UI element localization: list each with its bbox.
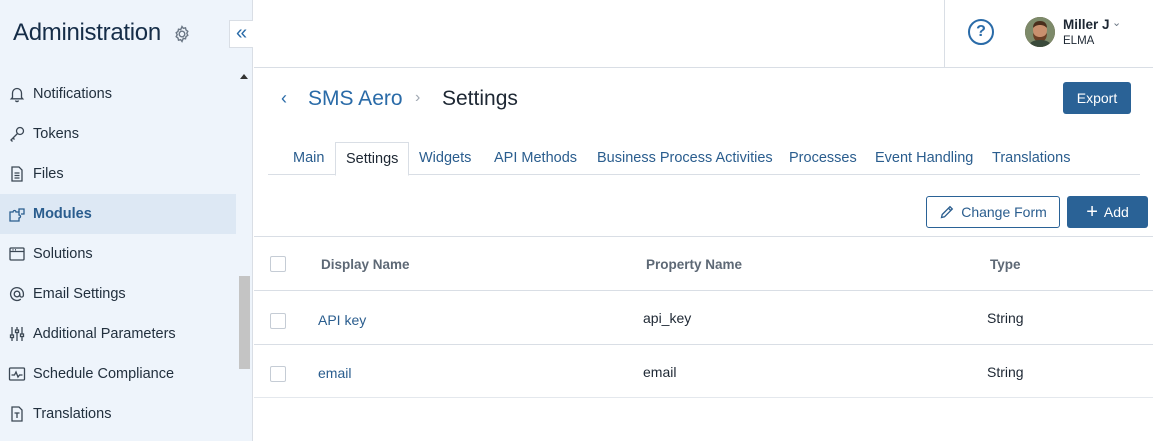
page-title: Settings	[442, 87, 518, 110]
top-bar: ? Miller J ⌄ ELMA	[254, 0, 1153, 68]
sidebar-item-label: Files	[33, 166, 64, 182]
sidebar-nav: Notifications Tokens Files Modules Solut…	[0, 74, 236, 434]
puzzle-icon	[8, 205, 26, 223]
add-label: Add	[1103, 204, 1129, 220]
gear-icon[interactable]	[172, 24, 192, 44]
at-icon	[8, 285, 26, 303]
sidebar-item-files[interactable]: Files	[0, 154, 236, 194]
add-button[interactable]: + Add	[1067, 196, 1148, 228]
tab-business-process-activities[interactable]: Business Process Activities	[587, 142, 783, 175]
pulse-icon	[8, 365, 26, 383]
row-checkbox[interactable]	[270, 313, 286, 329]
sidebar-item-tokens[interactable]: Tokens	[0, 114, 236, 154]
collapse-sidebar-button[interactable]: «	[229, 20, 253, 48]
scrollbar-thumb[interactable]	[239, 276, 250, 369]
avatar[interactable]	[1025, 17, 1055, 47]
select-all-checkbox[interactable]	[270, 256, 286, 272]
tab-translations[interactable]: Translations	[982, 142, 1080, 175]
sidebar-header: Administration «	[0, 0, 253, 68]
sidebar-item-solutions[interactable]: Solutions	[0, 234, 236, 274]
key-icon	[8, 125, 26, 143]
change-form-label: Change Form	[961, 204, 1047, 220]
property-name-cell: email	[643, 364, 677, 380]
property-name-cell: api_key	[643, 310, 692, 326]
sidebar-item-label: Email Settings	[33, 286, 126, 302]
sidebar-title: Administration	[13, 19, 161, 46]
tab-settings[interactable]: Settings	[335, 142, 410, 176]
sidebar-item-label: Notifications	[33, 86, 112, 102]
column-header-property-name[interactable]: Property Name	[646, 257, 742, 272]
sidebar-item-label: Translations	[33, 406, 112, 422]
sidebar-item-additional-parameters[interactable]: Additional Parameters	[0, 314, 236, 354]
column-header-type[interactable]: Type	[990, 257, 1021, 272]
tab-event-handling[interactable]: Event Handling	[865, 142, 983, 175]
back-chevron-icon[interactable]: ‹	[281, 88, 287, 109]
sidebar: Administration « Notifications Tokens Fi…	[0, 0, 253, 441]
sidebar-item-email-settings[interactable]: Email Settings	[0, 274, 236, 314]
type-cell: String	[987, 364, 1024, 380]
sidebar-item-schedule-compliance[interactable]: Schedule Compliance	[0, 354, 236, 394]
sidebar-item-translations[interactable]: Translations	[0, 394, 236, 434]
sidebar-item-notifications[interactable]: Notifications	[0, 74, 236, 114]
display-name-cell[interactable]: email	[318, 365, 351, 381]
sidebar-item-label: Solutions	[33, 246, 93, 262]
breadcrumb-separator-icon: ›	[415, 89, 421, 106]
properties-table: Display Name Property Name Type API key …	[254, 236, 1153, 398]
display-name-cell[interactable]: API key	[318, 312, 366, 328]
sidebar-scrollbar[interactable]	[237, 68, 252, 441]
pencil-icon	[940, 205, 954, 219]
export-button[interactable]: Export	[1063, 82, 1131, 114]
table-header-row: Display Name Property Name Type	[254, 236, 1153, 290]
divider	[944, 0, 945, 67]
sidebar-item-label: Tokens	[33, 126, 79, 142]
sidebar-item-label: Schedule Compliance	[33, 366, 175, 382]
user-organization: ELMA	[1063, 35, 1095, 47]
type-cell: String	[987, 310, 1024, 326]
tab-processes[interactable]: Processes	[779, 142, 867, 175]
sidebar-item-modules[interactable]: Modules	[0, 194, 236, 234]
translate-icon	[8, 405, 26, 423]
chevron-down-icon[interactable]: ⌄	[1112, 16, 1121, 29]
tab-bar: Main Settings Widgets API Methods Busine…	[268, 142, 1140, 176]
window-icon	[8, 245, 26, 263]
scroll-up-arrow-icon[interactable]	[240, 74, 248, 79]
plus-icon: +	[1086, 201, 1098, 223]
change-form-button[interactable]: Change Form	[926, 196, 1060, 228]
tab-api-methods[interactable]: API Methods	[484, 142, 587, 175]
file-icon	[8, 165, 26, 183]
sidebar-item-label: Modules	[33, 206, 92, 222]
user-name[interactable]: Miller J	[1063, 17, 1110, 32]
bell-icon	[8, 85, 26, 103]
row-checkbox[interactable]	[270, 366, 286, 382]
table-row[interactable]: email email String	[254, 344, 1153, 398]
double-chevron-left-icon: «	[235, 22, 248, 44]
help-icon[interactable]: ?	[968, 19, 994, 45]
table-row[interactable]: API key api_key String	[254, 290, 1153, 344]
sidebar-item-label: Additional Parameters	[33, 326, 176, 342]
tab-main[interactable]: Main	[283, 142, 334, 175]
tab-widgets[interactable]: Widgets	[409, 142, 481, 175]
column-header-display-name[interactable]: Display Name	[321, 257, 410, 272]
breadcrumb[interactable]: SMS Aero	[308, 87, 403, 111]
sliders-icon	[8, 325, 26, 343]
